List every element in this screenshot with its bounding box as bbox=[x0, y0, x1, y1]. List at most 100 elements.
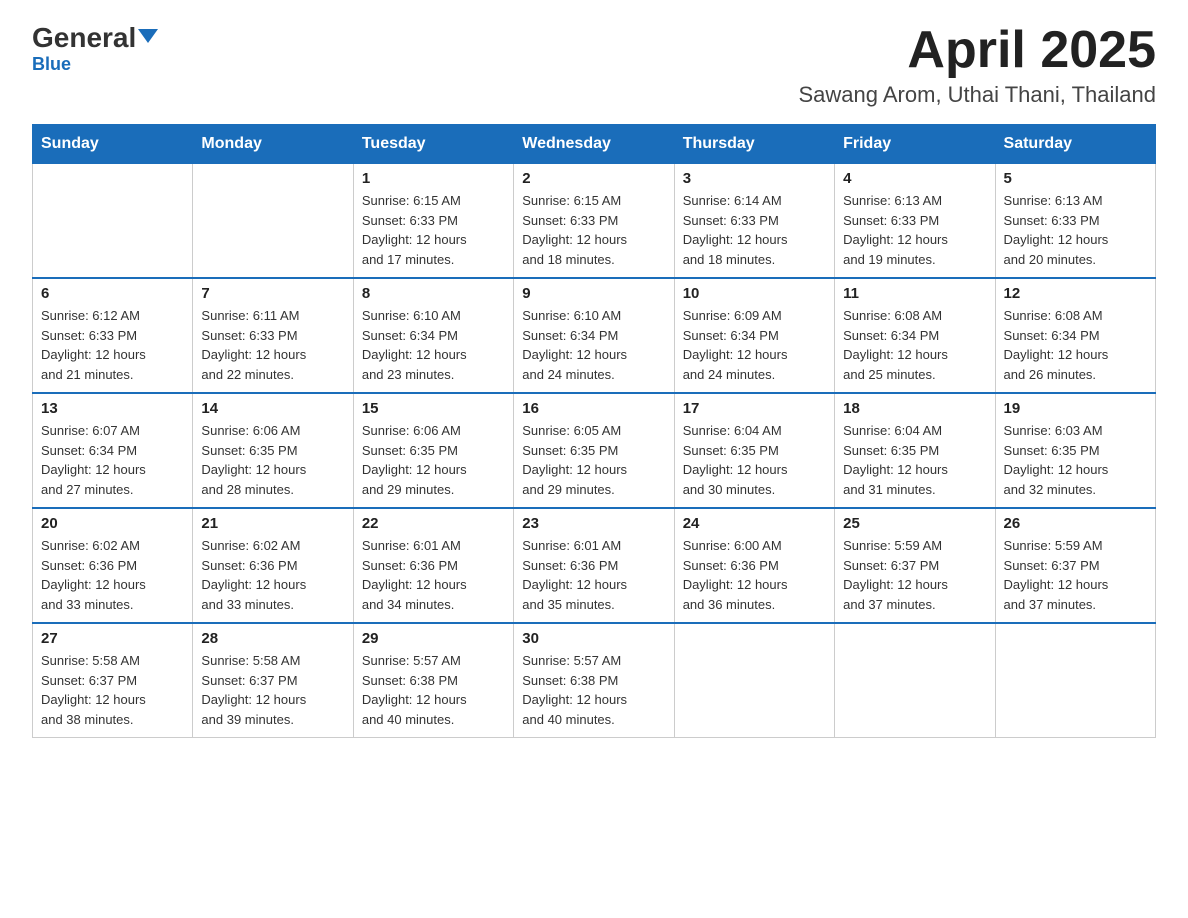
calendar-header-row: Sunday Monday Tuesday Wednesday Thursday… bbox=[33, 125, 1156, 164]
day-number: 11 bbox=[843, 285, 986, 302]
calendar-row: 20 Sunrise: 6:02 AM Sunset: 6:36 PM Dayli… bbox=[33, 508, 1156, 623]
day-info: Sunrise: 6:03 AM Sunset: 6:35 PM Dayligh… bbox=[1004, 421, 1147, 499]
day-number: 24 bbox=[683, 515, 826, 532]
calendar-row: 13 Sunrise: 6:07 AM Sunset: 6:34 PM Dayli… bbox=[33, 393, 1156, 508]
day-number: 5 bbox=[1004, 170, 1147, 187]
day-number: 13 bbox=[41, 400, 184, 417]
day-info: Sunrise: 6:06 AM Sunset: 6:35 PM Dayligh… bbox=[362, 421, 505, 499]
day-info: Sunrise: 6:09 AM Sunset: 6:34 PM Dayligh… bbox=[683, 306, 826, 384]
day-info: Sunrise: 5:57 AM Sunset: 6:38 PM Dayligh… bbox=[362, 651, 505, 729]
day-number: 29 bbox=[362, 630, 505, 647]
table-row bbox=[33, 164, 193, 279]
table-row: 19 Sunrise: 6:03 AM Sunset: 6:35 PM Dayli… bbox=[995, 393, 1155, 508]
table-row: 15Sunrise: 6:06 AM Sunset: 6:35 PM Dayli… bbox=[353, 393, 513, 508]
table-row: 20 Sunrise: 6:02 AM Sunset: 6:36 PM Dayli… bbox=[33, 508, 193, 623]
table-row: 17 Sunrise: 6:04 AM Sunset: 6:35 PM Dayli… bbox=[674, 393, 834, 508]
day-info: Sunrise: 5:57 AM Sunset: 6:38 PM Dayligh… bbox=[522, 651, 665, 729]
day-number: 17 bbox=[683, 400, 826, 417]
day-info: Sunrise: 5:59 AM Sunset: 6:37 PM Dayligh… bbox=[843, 536, 986, 614]
table-row: 14 Sunrise: 6:06 AM Sunset: 6:35 PM Dayli… bbox=[193, 393, 353, 508]
day-number: 19 bbox=[1004, 400, 1147, 417]
day-info: Sunrise: 5:59 AM Sunset: 6:37 PM Dayligh… bbox=[1004, 536, 1147, 614]
day-number: 10 bbox=[683, 285, 826, 302]
day-number: 18 bbox=[843, 400, 986, 417]
table-row: 10 Sunrise: 6:09 AM Sunset: 6:34 PM Dayli… bbox=[674, 278, 834, 393]
table-row: 6 Sunrise: 6:12 AM Sunset: 6:33 PM Daylig… bbox=[33, 278, 193, 393]
day-info: Sunrise: 6:02 AM Sunset: 6:36 PM Dayligh… bbox=[41, 536, 184, 614]
table-row: 13 Sunrise: 6:07 AM Sunset: 6:34 PM Dayli… bbox=[33, 393, 193, 508]
day-number: 27 bbox=[41, 630, 184, 647]
day-number: 14 bbox=[201, 400, 344, 417]
logo-sub: Blue bbox=[32, 54, 71, 75]
day-number: 6 bbox=[41, 285, 184, 302]
table-row: 24 Sunrise: 6:00 AM Sunset: 6:36 PM Dayli… bbox=[674, 508, 834, 623]
day-number: 21 bbox=[201, 515, 344, 532]
day-number: 12 bbox=[1004, 285, 1147, 302]
day-info: Sunrise: 6:15 AM Sunset: 6:33 PM Dayligh… bbox=[522, 191, 665, 269]
table-row: 18 Sunrise: 6:04 AM Sunset: 6:35 PM Dayli… bbox=[835, 393, 995, 508]
col-monday: Monday bbox=[193, 125, 353, 164]
day-number: 26 bbox=[1004, 515, 1147, 532]
table-row: 7Sunrise: 6:11 AM Sunset: 6:33 PM Daylig… bbox=[193, 278, 353, 393]
col-friday: Friday bbox=[835, 125, 995, 164]
table-row: 11 Sunrise: 6:08 AM Sunset: 6:34 PM Dayli… bbox=[835, 278, 995, 393]
table-row bbox=[674, 623, 834, 738]
table-row: 1Sunrise: 6:15 AM Sunset: 6:33 PM Daylig… bbox=[353, 164, 513, 279]
table-row: 16Sunrise: 6:05 AM Sunset: 6:35 PM Dayli… bbox=[514, 393, 674, 508]
day-info: Sunrise: 6:07 AM Sunset: 6:34 PM Dayligh… bbox=[41, 421, 184, 499]
day-number: 30 bbox=[522, 630, 665, 647]
day-info: Sunrise: 6:13 AM Sunset: 6:33 PM Dayligh… bbox=[843, 191, 986, 269]
day-info: Sunrise: 6:04 AM Sunset: 6:35 PM Dayligh… bbox=[683, 421, 826, 499]
table-row bbox=[995, 623, 1155, 738]
table-row: 29 Sunrise: 5:57 AM Sunset: 6:38 PM Dayli… bbox=[353, 623, 513, 738]
col-sunday: Sunday bbox=[33, 125, 193, 164]
day-number: 20 bbox=[41, 515, 184, 532]
page-header: General Blue April 2025 Sawang Arom, Uth… bbox=[32, 24, 1156, 108]
day-info: Sunrise: 6:00 AM Sunset: 6:36 PM Dayligh… bbox=[683, 536, 826, 614]
table-row bbox=[193, 164, 353, 279]
location-title: Sawang Arom, Uthai Thani, Thailand bbox=[798, 82, 1156, 108]
day-info: Sunrise: 6:08 AM Sunset: 6:34 PM Dayligh… bbox=[843, 306, 986, 384]
day-number: 16 bbox=[522, 400, 665, 417]
logo-main: General bbox=[32, 24, 158, 52]
table-row: 3 Sunrise: 6:14 AM Sunset: 6:33 PM Daylig… bbox=[674, 164, 834, 279]
day-info: Sunrise: 6:04 AM Sunset: 6:35 PM Dayligh… bbox=[843, 421, 986, 499]
day-info: Sunrise: 6:10 AM Sunset: 6:34 PM Dayligh… bbox=[522, 306, 665, 384]
day-number: 28 bbox=[201, 630, 344, 647]
table-row: 22Sunrise: 6:01 AM Sunset: 6:36 PM Dayli… bbox=[353, 508, 513, 623]
table-row: 8Sunrise: 6:10 AM Sunset: 6:34 PM Daylig… bbox=[353, 278, 513, 393]
day-number: 7 bbox=[201, 285, 344, 302]
day-info: Sunrise: 5:58 AM Sunset: 6:37 PM Dayligh… bbox=[41, 651, 184, 729]
day-number: 9 bbox=[522, 285, 665, 302]
day-info: Sunrise: 6:12 AM Sunset: 6:33 PM Dayligh… bbox=[41, 306, 184, 384]
day-info: Sunrise: 6:06 AM Sunset: 6:35 PM Dayligh… bbox=[201, 421, 344, 499]
day-number: 25 bbox=[843, 515, 986, 532]
col-tuesday: Tuesday bbox=[353, 125, 513, 164]
table-row: 26 Sunrise: 5:59 AM Sunset: 6:37 PM Dayli… bbox=[995, 508, 1155, 623]
calendar-row: 6 Sunrise: 6:12 AM Sunset: 6:33 PM Daylig… bbox=[33, 278, 1156, 393]
calendar-table: Sunday Monday Tuesday Wednesday Thursday… bbox=[32, 124, 1156, 738]
day-info: Sunrise: 6:01 AM Sunset: 6:36 PM Dayligh… bbox=[522, 536, 665, 614]
table-row: 30 Sunrise: 5:57 AM Sunset: 6:38 PM Dayli… bbox=[514, 623, 674, 738]
col-saturday: Saturday bbox=[995, 125, 1155, 164]
table-row: 27 Sunrise: 5:58 AM Sunset: 6:37 PM Dayli… bbox=[33, 623, 193, 738]
logo-triangle-icon bbox=[138, 29, 158, 43]
table-row: 21 Sunrise: 6:02 AM Sunset: 6:36 PM Dayli… bbox=[193, 508, 353, 623]
day-info: Sunrise: 6:15 AM Sunset: 6:33 PM Dayligh… bbox=[362, 191, 505, 269]
title-block: April 2025 Sawang Arom, Uthai Thani, Tha… bbox=[798, 24, 1156, 108]
table-row: 4Sunrise: 6:13 AM Sunset: 6:33 PM Daylig… bbox=[835, 164, 995, 279]
day-number: 3 bbox=[683, 170, 826, 187]
day-info: Sunrise: 6:14 AM Sunset: 6:33 PM Dayligh… bbox=[683, 191, 826, 269]
logo: General Blue bbox=[32, 24, 158, 75]
table-row: 2Sunrise: 6:15 AM Sunset: 6:33 PM Daylig… bbox=[514, 164, 674, 279]
day-info: Sunrise: 5:58 AM Sunset: 6:37 PM Dayligh… bbox=[201, 651, 344, 729]
day-info: Sunrise: 6:01 AM Sunset: 6:36 PM Dayligh… bbox=[362, 536, 505, 614]
day-info: Sunrise: 6:08 AM Sunset: 6:34 PM Dayligh… bbox=[1004, 306, 1147, 384]
table-row: 23 Sunrise: 6:01 AM Sunset: 6:36 PM Dayli… bbox=[514, 508, 674, 623]
table-row: 5 Sunrise: 6:13 AM Sunset: 6:33 PM Daylig… bbox=[995, 164, 1155, 279]
day-number: 23 bbox=[522, 515, 665, 532]
day-info: Sunrise: 6:02 AM Sunset: 6:36 PM Dayligh… bbox=[201, 536, 344, 614]
day-number: 8 bbox=[362, 285, 505, 302]
day-info: Sunrise: 6:13 AM Sunset: 6:33 PM Dayligh… bbox=[1004, 191, 1147, 269]
month-title: April 2025 bbox=[798, 24, 1156, 76]
